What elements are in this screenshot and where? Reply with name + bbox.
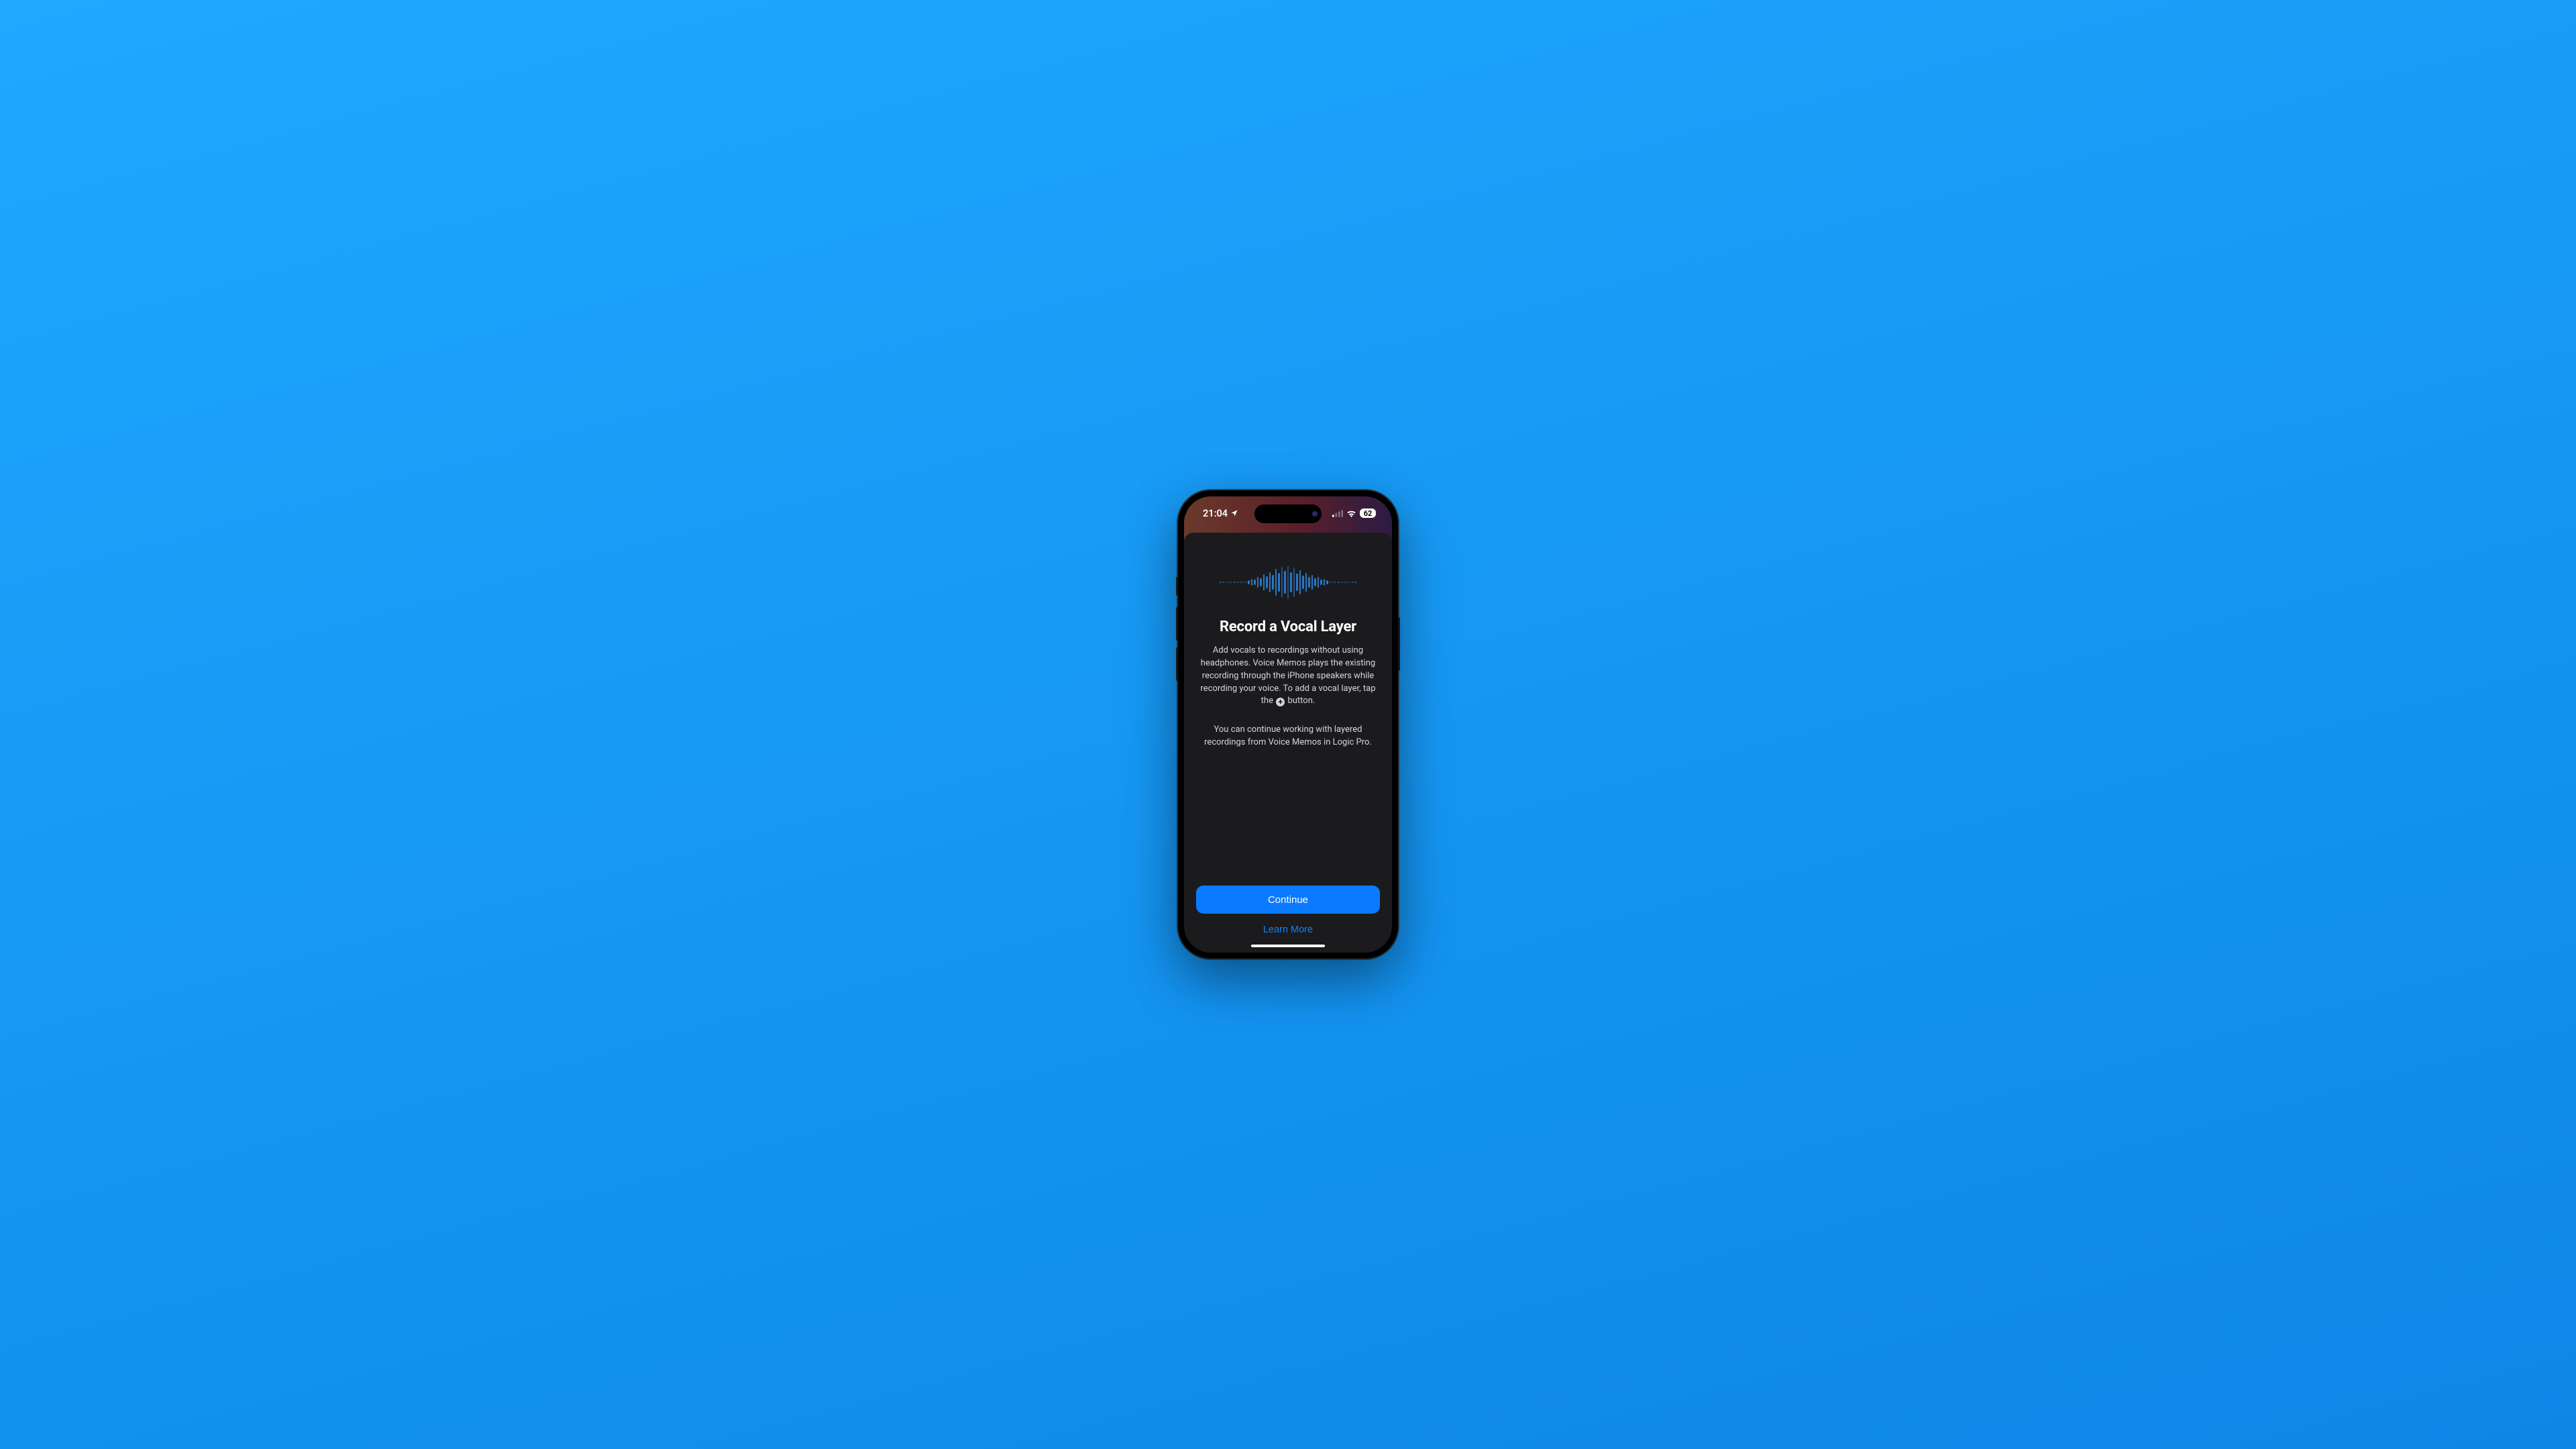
status-right: 62 [1332,508,1376,518]
intro-sheet: Record a Vocal Layer Add vocals to recor… [1184,533,1392,953]
side-button [1176,577,1178,596]
battery-percent: 62 [1364,510,1373,517]
status-time: 21:04 [1203,508,1228,519]
volume-up-button [1176,607,1178,641]
cellular-signal-icon [1332,510,1343,517]
status-left: 21:04 [1203,508,1238,519]
waveform-icon [1196,564,1380,601]
learn-more-button[interactable]: Learn More [1196,924,1380,935]
modal-title: Record a Vocal Layer [1196,619,1380,635]
modal-description: Add vocals to recordings without using h… [1196,645,1380,708]
wifi-icon [1346,510,1356,517]
plus-circle-icon: + [1276,698,1285,706]
location-icon [1230,509,1238,517]
phone-frame: 21:04 [1177,490,1399,959]
home-indicator[interactable] [1251,945,1325,948]
camera-dot [1312,511,1318,517]
phone-screen: 21:04 [1184,496,1392,953]
modal-secondary-text: You can continue working with layered re… [1196,724,1380,749]
volume-down-button [1176,647,1178,681]
continue-button[interactable]: Continue [1196,885,1380,914]
dynamic-island [1254,504,1322,523]
power-button [1398,617,1400,671]
battery-indicator: 62 [1360,508,1376,518]
description-part-2: button. [1287,696,1315,706]
